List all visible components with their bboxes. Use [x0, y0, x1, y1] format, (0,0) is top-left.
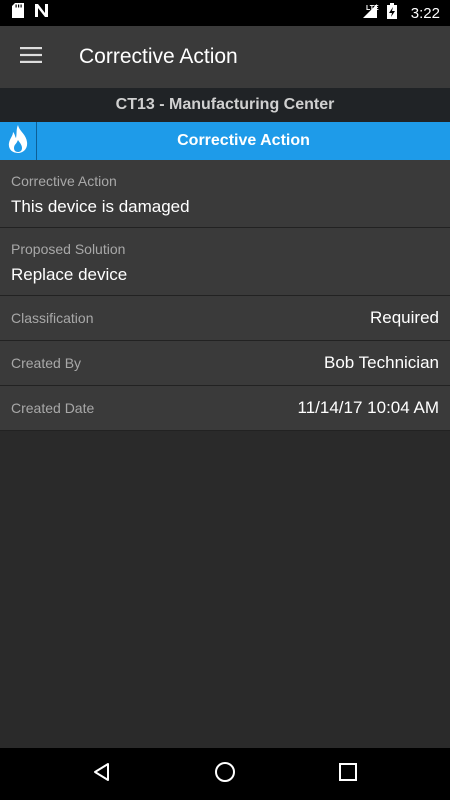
- proposed-solution-value: Replace device: [11, 265, 128, 284]
- created-by-label: Created By: [11, 355, 82, 371]
- status-bar: LTE 3:22: [0, 0, 450, 26]
- flame-icon-box: [0, 122, 37, 160]
- corrective-action-label: Corrective Action: [11, 173, 117, 189]
- status-time: 3:22: [410, 4, 440, 22]
- n-notification-icon: [34, 3, 49, 23]
- app-bar: Corrective Action: [0, 26, 450, 88]
- system-nav-bar: [0, 748, 450, 800]
- classification-row: Classification Required: [0, 296, 450, 341]
- back-icon: [92, 762, 112, 787]
- location-title: CT13 - Manufacturing Center: [0, 88, 450, 122]
- created-by-row: Created By Bob Technician: [0, 341, 450, 386]
- proposed-solution-label: Proposed Solution: [11, 241, 126, 257]
- status-left: [12, 3, 49, 23]
- recents-button[interactable]: [324, 750, 372, 798]
- created-date-row: Created Date 11/14/17 10:04 AM: [0, 386, 450, 431]
- battery-charging-icon: [386, 2, 397, 24]
- created-date-label: Created Date: [11, 400, 95, 416]
- section-header: Corrective Action: [0, 122, 450, 160]
- details-list: Corrective Action This device is damaged…: [0, 160, 450, 431]
- sd-card-icon: [12, 3, 24, 23]
- back-button[interactable]: [78, 750, 126, 798]
- home-button[interactable]: [201, 750, 249, 798]
- flame-icon: [5, 124, 31, 159]
- created-date-value: 11/14/17 10:04 AM: [297, 398, 439, 417]
- status-right: LTE 3:22: [362, 2, 440, 24]
- corrective-action-row: Corrective Action This device is damaged: [0, 160, 450, 228]
- menu-button[interactable]: [0, 26, 62, 88]
- classification-value: Required: [370, 308, 439, 327]
- section-title: Corrective Action: [177, 132, 310, 149]
- page-title: Corrective Action: [79, 45, 238, 68]
- recents-icon: [339, 762, 358, 786]
- created-by-value: Bob Technician: [324, 353, 439, 372]
- hamburger-menu-icon: [20, 46, 42, 68]
- classification-label: Classification: [11, 310, 94, 326]
- corrective-action-value: This device is damaged: [11, 197, 190, 216]
- proposed-solution-row: Proposed Solution Replace device: [0, 228, 450, 296]
- network-label: LTE: [366, 5, 379, 12]
- home-icon: [214, 761, 236, 788]
